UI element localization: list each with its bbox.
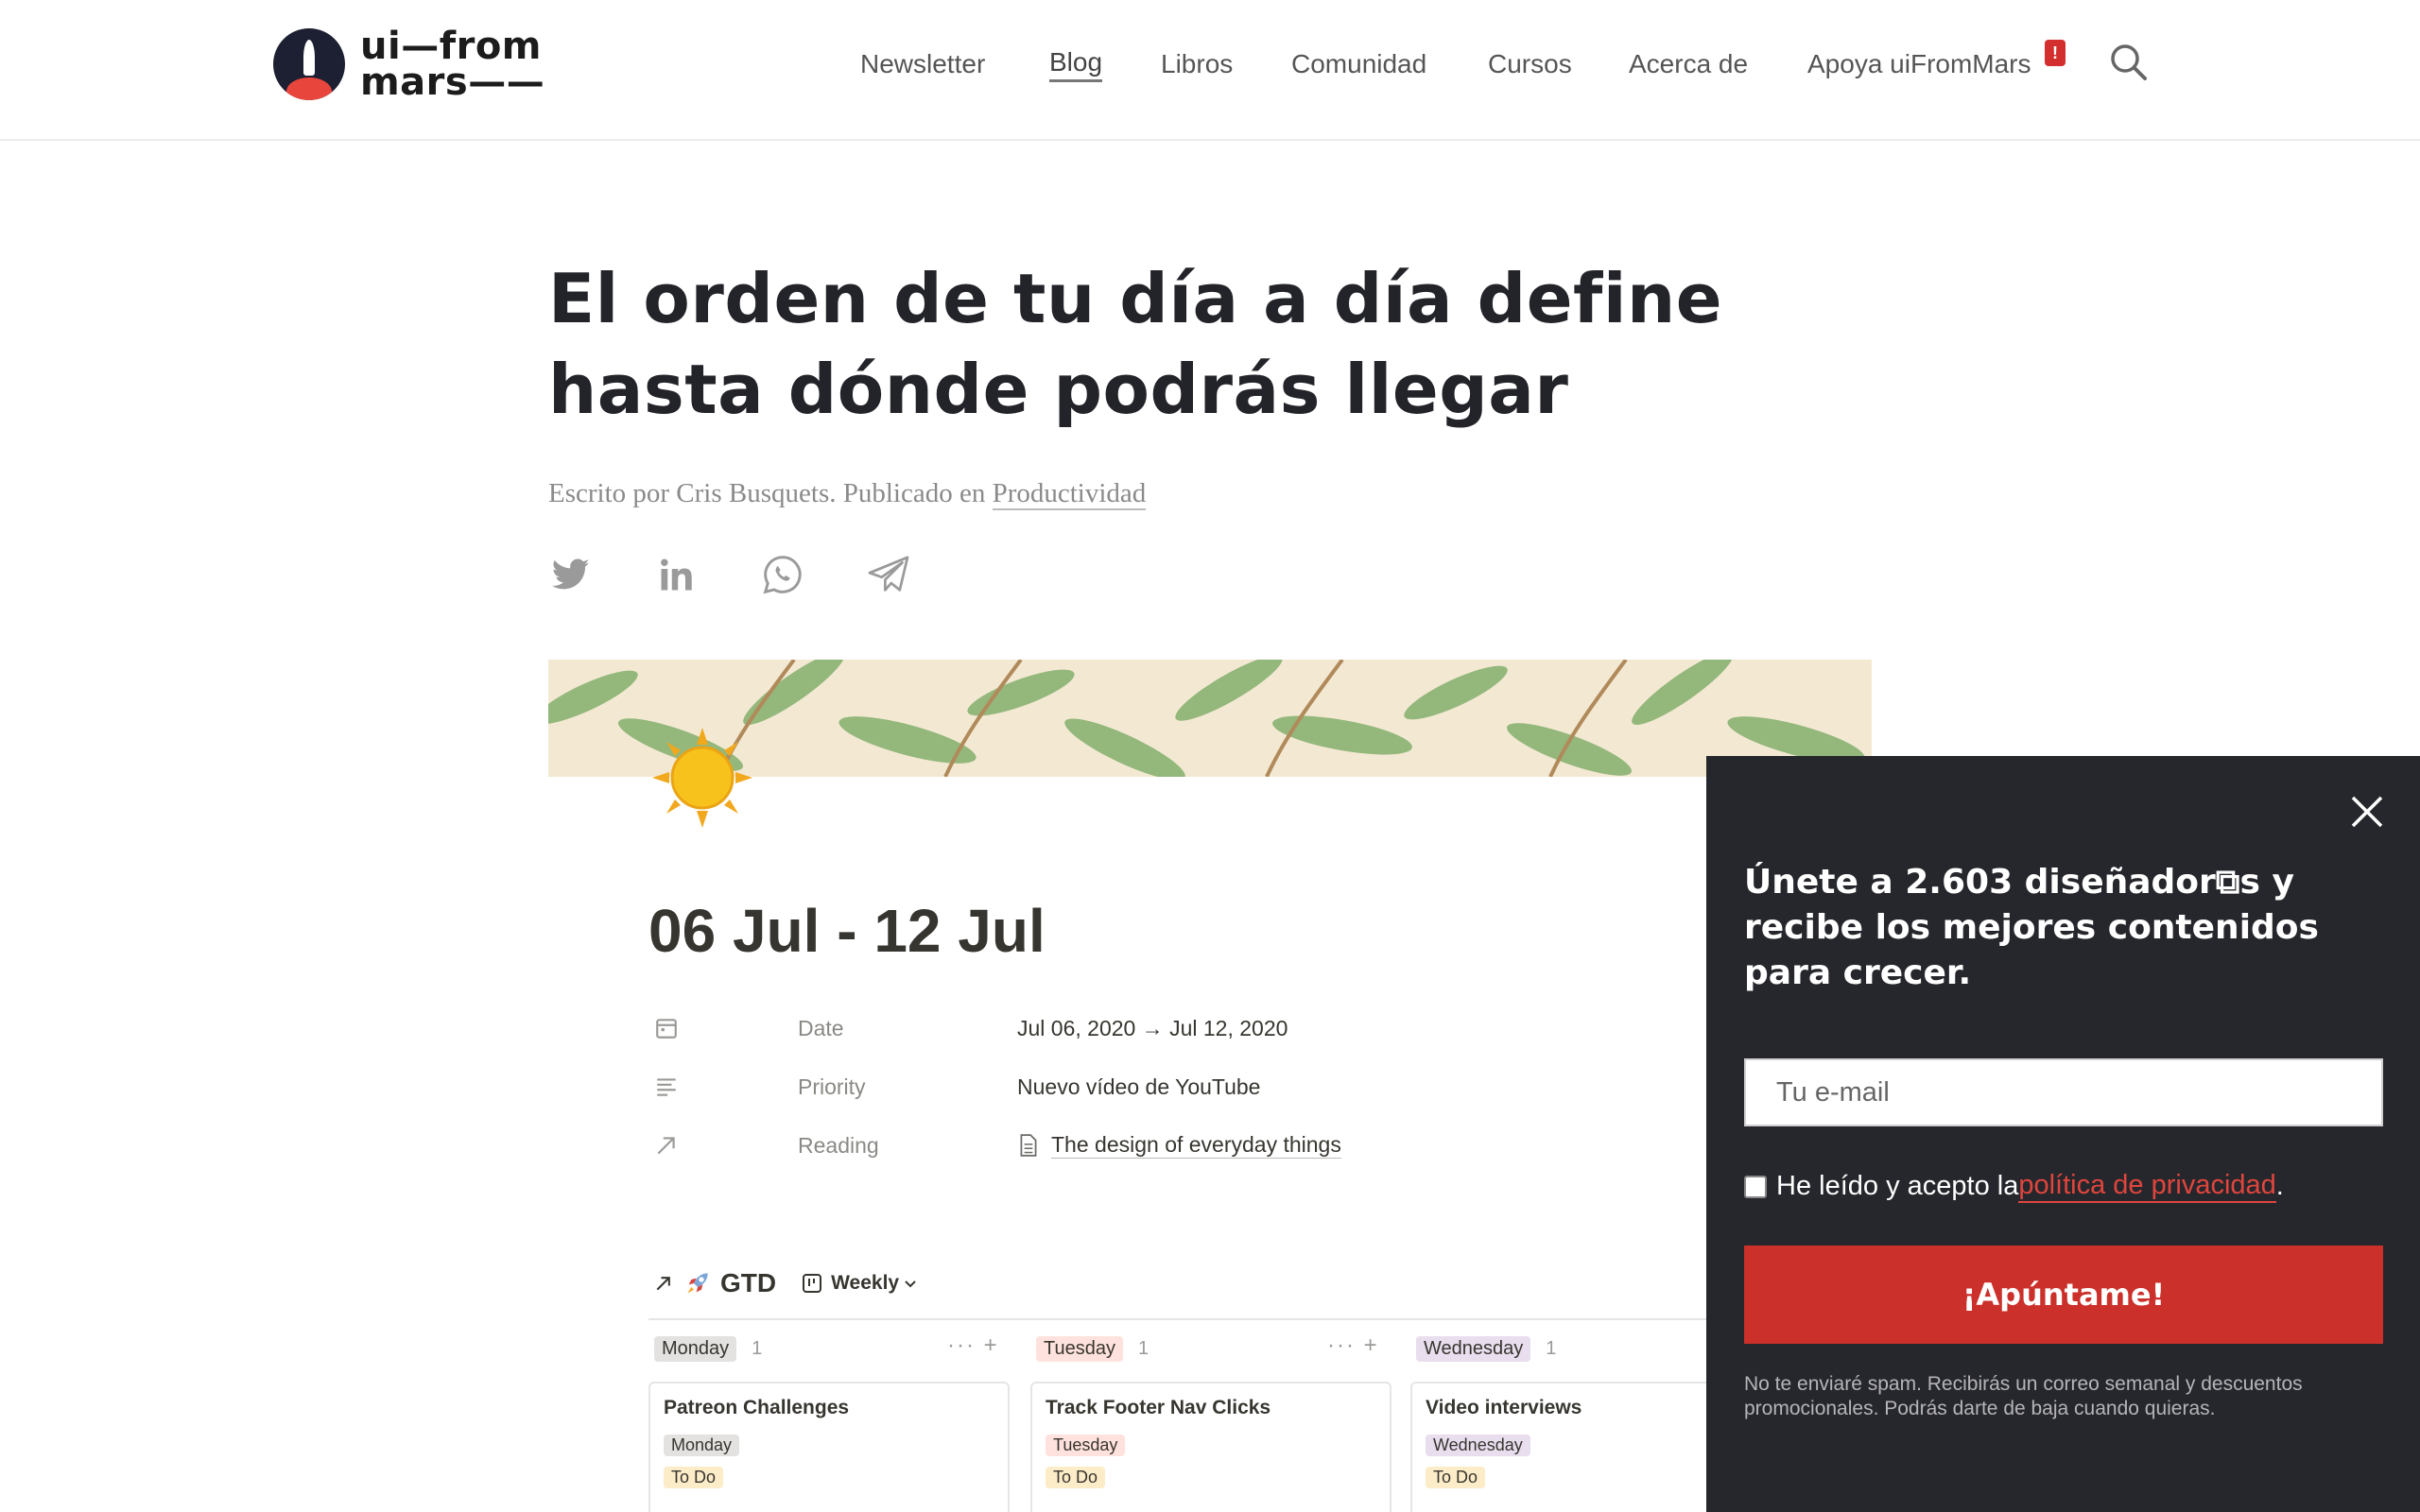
logo-wordmark: ui—from mars—— <box>360 25 545 104</box>
text-lines-icon <box>657 1078 676 1096</box>
nav-cursos[interactable]: Cursos <box>1488 49 1572 79</box>
popup-title: Únete a 2.603 diseñador⧉s y recibe los m… <box>1744 863 2319 992</box>
share-whatsapp-button[interactable] <box>760 552 805 597</box>
board-card[interactable]: Patreon Challenges Monday To Do <box>648 1382 1010 1512</box>
consent-suffix: . <box>2275 1171 2284 1201</box>
board-column-wednesday: Wednesday 1 <box>1416 1334 1556 1363</box>
popup-fineprint: No te enviaré spam. Recibirás un correo … <box>1744 1373 2303 1419</box>
column-count: 1 <box>1546 1337 1557 1359</box>
property-priority: Priority Nuevo vídeo de YouTube <box>654 1070 1260 1104</box>
relation-arrow-icon <box>656 1277 670 1291</box>
chevron-down-icon <box>905 1280 916 1288</box>
card-day-tag: Tuesday <box>1046 1435 1126 1456</box>
card-title: Patreon Challenges <box>664 1397 850 1418</box>
nav-newsletter[interactable]: Newsletter <box>860 49 985 79</box>
nav-blog[interactable]: Blog <box>1049 47 1103 82</box>
board-column-tuesday: Tuesday 1 <box>1036 1334 1149 1363</box>
consent-text: He leído y acepto la <box>1776 1171 2019 1201</box>
property-value: Jul 06, 2020 → Jul 12, 2020 <box>1017 1015 1288 1040</box>
column-count: 1 <box>1137 1337 1150 1359</box>
card-title: Track Footer Nav Clicks <box>1046 1397 1271 1418</box>
gtd-database-header: GTD Weekly <box>654 1264 918 1302</box>
database-name: GTD <box>720 1268 777 1297</box>
share-telegram-button[interactable] <box>866 552 911 597</box>
nav-comunidad[interactable]: Comunidad <box>1291 49 1426 79</box>
property-reading: Reading The design of everyday things <box>654 1128 1341 1162</box>
property-value: The design of everyday things <box>1051 1132 1341 1159</box>
article-byline: Escrito por Cris Busquets. Publicado en … <box>548 478 1147 510</box>
calendar-icon <box>656 1019 677 1039</box>
search-button[interactable] <box>2108 42 2150 83</box>
property-value: Nuevo vídeo de YouTube <box>1017 1074 1261 1099</box>
column-tools[interactable]: ··· + <box>1327 1332 1379 1359</box>
site-logo[interactable]: ui—from mars—— <box>273 25 545 104</box>
search-icon <box>2111 44 2147 80</box>
linkedin-icon <box>661 558 692 591</box>
board-column-monday: Monday 1 <box>654 1334 762 1363</box>
property-date: Date Jul 06, 2020 → Jul 12, 2020 <box>654 1011 1288 1045</box>
whatsapp-icon <box>763 556 802 594</box>
relation-arrow-icon <box>657 1137 675 1155</box>
day-tag: Monday <box>654 1335 737 1362</box>
nav-apoya[interactable]: Apoya uiFromMars <box>1807 49 2031 79</box>
consent-checkbox[interactable] <box>1744 1175 1767 1198</box>
card-status-tag: To Do <box>1426 1467 1486 1488</box>
week-title: 06 Jul - 12 Jul <box>648 897 1046 965</box>
category-link[interactable]: Productividad <box>992 478 1147 510</box>
close-popup-button[interactable] <box>2347 792 2387 832</box>
newsletter-popup: Únete a 2.603 diseñador⧉s y recibe los m… <box>1706 756 2420 1512</box>
rocket-logo-icon <box>273 28 345 100</box>
twitter-icon <box>552 558 590 590</box>
nav-acerca-de[interactable]: Acerca de <box>1629 49 1748 79</box>
sun-emoji-icon <box>652 728 752 828</box>
board-view-icon <box>803 1274 822 1293</box>
day-tag: Wednesday <box>1416 1335 1531 1362</box>
article-title: El orden de tu día a día define hasta dó… <box>548 259 1723 429</box>
share-twitter-button[interactable] <box>548 552 594 597</box>
column-count: 1 <box>752 1337 763 1359</box>
share-linkedin-button[interactable] <box>654 552 700 597</box>
property-label: Date <box>798 1015 844 1040</box>
card-day-tag: Monday <box>664 1435 740 1456</box>
byline-text: Escrito por Cris Busquets. Publicado en <box>548 478 993 508</box>
email-input[interactable] <box>1744 1058 2383 1126</box>
document-icon <box>1020 1134 1037 1157</box>
close-icon <box>2351 796 2383 828</box>
logo-line-1: ui—from <box>360 25 542 68</box>
database-divider <box>648 1318 1872 1320</box>
card-status-tag: To Do <box>664 1467 724 1488</box>
privacy-policy-link[interactable]: política de privacidad <box>2018 1170 2276 1203</box>
property-label: Reading <box>798 1132 879 1158</box>
board-card[interactable]: Track Footer Nav Clicks Tuesday To Do <box>1030 1382 1392 1512</box>
card-day-tag: Wednesday <box>1426 1435 1530 1456</box>
site-header: ui—from mars—— Newsletter Blog Libros Co… <box>0 0 2420 141</box>
logo-line-2: mars—— <box>360 60 545 104</box>
card-status-tag: To Do <box>1046 1467 1106 1488</box>
privacy-consent: He leído y acepto la política de privaci… <box>1744 1170 2284 1203</box>
nav-libros[interactable]: Libros <box>1161 49 1233 79</box>
hero-image: 06 Jul - 12 Jul Date Jul 06, 2020 → Jul … <box>548 660 1872 1512</box>
subscribe-button[interactable]: ¡Apúntame! <box>1744 1246 2383 1344</box>
column-tools[interactable]: ··· + <box>947 1332 999 1359</box>
database-view: Weekly <box>831 1272 900 1294</box>
rocket-emoji-icon <box>687 1273 708 1294</box>
property-label: Priority <box>798 1074 866 1099</box>
card-title: Video interviews <box>1426 1397 1582 1418</box>
notification-badge: ! <box>2045 40 2066 66</box>
telegram-icon <box>868 556 909 592</box>
day-tag: Tuesday <box>1036 1335 1123 1362</box>
